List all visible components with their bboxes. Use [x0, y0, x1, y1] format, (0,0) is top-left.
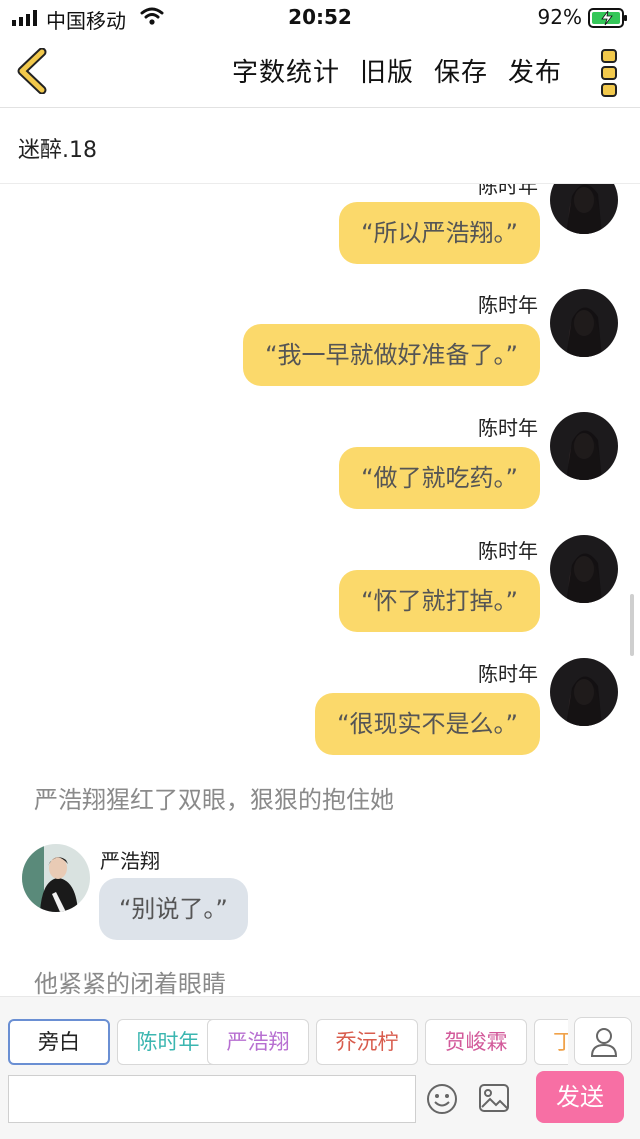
avatar[interactable]: [550, 289, 618, 357]
chat-area[interactable]: 陈时年 “所以严浩翔。” 陈时年 “我一早就做好准备了。” 陈时年 “做了就吃药…: [0, 184, 640, 996]
back-chevron-icon[interactable]: [12, 48, 52, 94]
message-bubble[interactable]: “怀了就打掉。”: [339, 570, 540, 632]
sender-name: 陈时年: [478, 539, 538, 563]
avatar[interactable]: [550, 535, 618, 603]
chapter-title[interactable]: 迷醉.18: [18, 132, 97, 164]
sender-name: 严浩翔: [100, 849, 160, 873]
emoji-icon[interactable]: [426, 1083, 458, 1115]
send-button[interactable]: 发送: [536, 1071, 624, 1123]
role-tab-yanhaoxiang[interactable]: 严浩翔: [207, 1019, 309, 1065]
role-tabs: 旁白 陈时年 严浩翔 乔沅柠 贺峻霖 丁: [8, 1019, 568, 1065]
sender-name: 陈时年: [478, 662, 538, 686]
status-bar: 中国移动 20:52 92%: [0, 0, 640, 36]
message-bubble[interactable]: “做了就吃药。”: [339, 447, 540, 509]
battery-percent: 92%: [537, 5, 582, 29]
sender-name: 陈时年: [478, 293, 538, 317]
avatar[interactable]: [550, 412, 618, 480]
battery-charging-icon: [588, 8, 627, 28]
nav-actions: 字数统计 旧版 保存 发布: [232, 52, 562, 89]
message-bubble[interactable]: “我一早就做好准备了。”: [243, 324, 540, 386]
word-count-button[interactable]: 字数统计: [232, 52, 340, 89]
person-icon: [590, 1028, 618, 1057]
image-icon[interactable]: [478, 1083, 510, 1113]
sender-name: 陈时年: [478, 416, 538, 440]
scrollbar[interactable]: [630, 594, 634, 656]
more-menu-icon[interactable]: [600, 48, 618, 98]
avatar[interactable]: [550, 658, 618, 726]
message-bubble[interactable]: “很现实不是么。”: [315, 693, 540, 755]
old-version-button[interactable]: 旧版: [360, 52, 414, 89]
role-tab-chenshinian[interactable]: 陈时年: [117, 1019, 219, 1065]
avatar[interactable]: [22, 844, 90, 912]
message-bubble[interactable]: “所以严浩翔。”: [339, 202, 540, 264]
add-role-button[interactable]: [574, 1017, 632, 1065]
role-tab-hejunlin[interactable]: 贺峻霖: [425, 1019, 527, 1065]
nav-bar: 字数统计 旧版 保存 发布: [0, 36, 640, 108]
narration-text[interactable]: 严浩翔猩红了双眼，狠狠的抱住她: [34, 780, 394, 815]
publish-button[interactable]: 发布: [508, 52, 562, 89]
message-bubble[interactable]: “别说了。”: [99, 878, 248, 940]
role-tab-qiaoyuanning[interactable]: 乔沅柠: [316, 1019, 418, 1065]
composer-panel: 旁白 陈时年 严浩翔 乔沅柠 贺峻霖 丁 发送: [0, 996, 640, 1139]
narration-text[interactable]: 他紧紧的闭着眼睛: [34, 964, 226, 996]
save-button[interactable]: 保存: [434, 52, 488, 89]
role-tab-narrator[interactable]: 旁白: [8, 1019, 110, 1065]
avatar[interactable]: [550, 184, 618, 234]
sender-name: 陈时年: [478, 184, 538, 198]
role-tab-ding[interactable]: 丁: [534, 1019, 568, 1065]
message-input[interactable]: [8, 1075, 416, 1123]
